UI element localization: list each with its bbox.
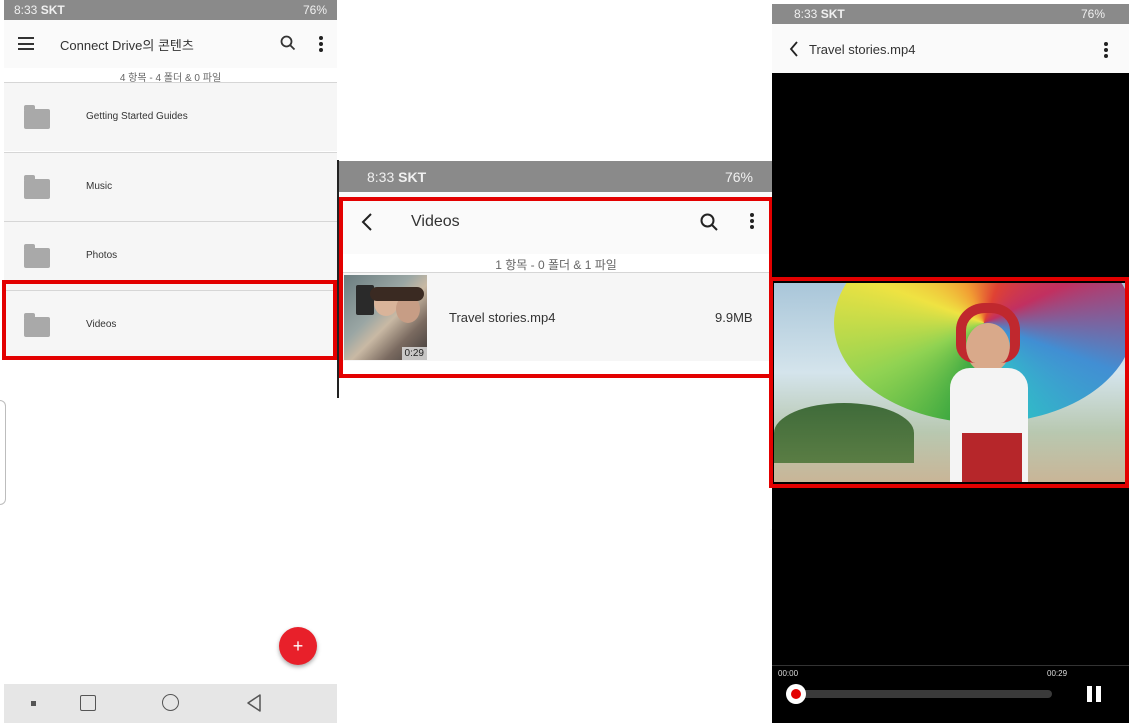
hamburger-icon[interactable] [18, 37, 34, 50]
summary-text: 1 항목 - 0 폴더 & 1 파일 [495, 258, 617, 272]
folder-label: Getting Started Guides [86, 111, 188, 122]
status-bar: 8:33 SKT 76% [4, 0, 337, 20]
app-bar: Connect Drive의 콘텐츠 [4, 20, 337, 68]
home-icon[interactable] [162, 694, 179, 711]
screen-videos-folder: 8:33 SKT 76% Videos 1 항목 - 0 폴더 & 1 파일 0… [339, 161, 773, 381]
fab-add-button[interactable]: + [279, 627, 317, 665]
plus-icon: + [292, 636, 304, 656]
file-size: 9.9MB [715, 310, 753, 325]
seek-thumb[interactable] [786, 684, 806, 704]
page-title: Travel stories.mp4 [809, 42, 916, 57]
status-time: 8:33 [14, 3, 38, 17]
folder-label: Photos [86, 250, 118, 261]
folder-row-music[interactable]: Music [4, 153, 337, 221]
nav-bar [4, 684, 337, 723]
folder-row-photos[interactable]: Photos [4, 222, 337, 290]
search-icon[interactable] [280, 35, 296, 51]
seek-bar[interactable] [786, 690, 1052, 698]
status-battery: 76% [302, 3, 327, 17]
folder-icon [24, 244, 50, 268]
search-icon[interactable] [700, 213, 718, 231]
status-time: 8:33 [367, 168, 395, 185]
status-bar: 8:33 SKT 76% [339, 161, 773, 192]
video-frame[interactable] [774, 283, 1129, 482]
back-arrow-icon[interactable] [789, 41, 799, 57]
frame-edge [0, 400, 6, 505]
status-carrier: SKT [820, 7, 845, 21]
page-title: Videos [411, 213, 460, 230]
folder-icon [24, 105, 50, 129]
app-bar: Videos [339, 192, 773, 254]
back-nav-icon[interactable] [246, 694, 262, 712]
status-bar: 8:33 SKT 76% [772, 4, 1129, 24]
status-time: 8:33 [794, 7, 818, 21]
video-thumbnail: 0:29 [344, 275, 427, 360]
player-controls: 00:00 00:29 [772, 665, 1129, 723]
status-battery: 76% [724, 168, 753, 185]
folder-row-getting-started[interactable]: Getting Started Guides [4, 83, 337, 151]
folder-icon [24, 175, 50, 199]
status-battery: 76% [1080, 7, 1105, 21]
video-duration-badge: 0:29 [401, 347, 427, 360]
status-carrier: SKT [40, 3, 65, 17]
more-vert-icon[interactable] [318, 34, 324, 54]
back-arrow-icon[interactable] [361, 212, 373, 232]
screen-video-player: 8:33 SKT 76% Travel stories.mp4 00:00 00… [769, 4, 1129, 723]
file-name: Travel stories.mp4 [449, 310, 556, 325]
page-title: Connect Drive의 콘텐츠 [60, 38, 194, 53]
pause-icon[interactable] [1087, 686, 1101, 702]
file-row-travel-stories[interactable]: 0:29 Travel stories.mp4 9.9MB [339, 273, 773, 361]
time-total: 00:29 [1047, 669, 1068, 678]
recents-icon[interactable] [80, 695, 96, 711]
app-bar: Travel stories.mp4 [772, 24, 1129, 73]
status-carrier: SKT [398, 168, 427, 185]
time-current: 00:00 [778, 669, 799, 678]
screen-folder-list: 8:33 SKT 76% Connect Drive의 콘텐츠 4 항목 - 4… [0, 0, 337, 723]
more-vert-icon[interactable] [1103, 40, 1109, 60]
nav-dot-icon[interactable] [31, 701, 36, 706]
folder-row-videos[interactable]: Videos [4, 291, 337, 359]
folder-icon [24, 313, 50, 337]
folder-label: Music [86, 181, 113, 192]
folder-label: Videos [86, 319, 117, 330]
more-vert-icon[interactable] [749, 211, 755, 231]
